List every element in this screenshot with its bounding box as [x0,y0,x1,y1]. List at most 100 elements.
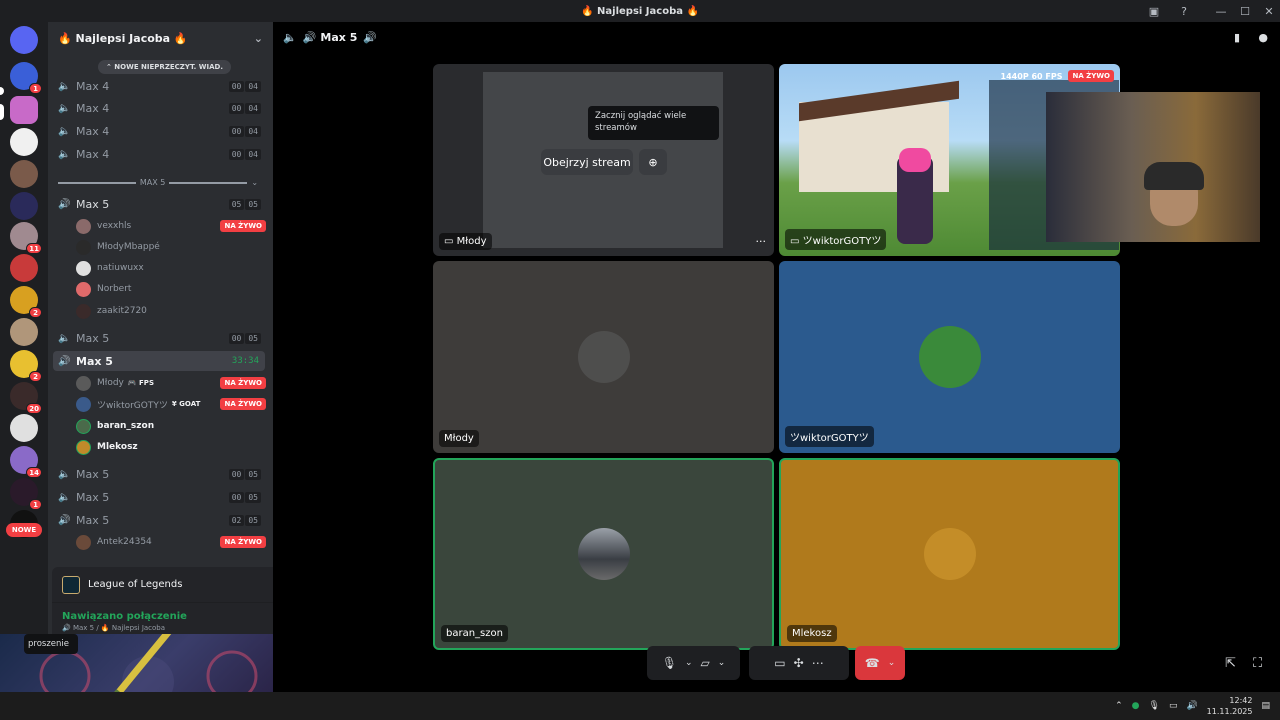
voice-user[interactable]: vexxhls NA ŻYWO [76,216,266,236]
speaker-icon: 🔈 [58,332,71,344]
voice-user[interactable]: MłodyMbappé [76,237,266,257]
help-icon[interactable]: ? [1172,0,1196,22]
avatar [76,303,91,319]
microphone-icon[interactable]: 🎙 [1149,701,1160,711]
avatar [577,528,630,580]
hang-up-icon: ☎ [864,656,880,670]
disconnect-button[interactable]: ☎ ⌄ [855,646,905,680]
microphone-icon[interactable]: 🎙 [662,656,677,670]
server-icon[interactable]: 20 [10,382,42,414]
add-stream-icon[interactable]: ⊕ [639,149,667,175]
more-options-icon[interactable]: ··· [756,235,767,248]
audio-video-controls: 🎙 ⌄ ▱ ⌄ [647,646,740,680]
server-icon[interactable]: 1 [10,478,42,510]
pop-out-icon[interactable]: ⇱ [1225,656,1236,671]
voice-connection: Nawiązano połączenie 🔊 Max 5 / 🔥 Najleps… [52,603,273,638]
voice-channel[interactable]: 🔈 Max 5 00 05 [53,328,265,348]
server-icon[interactable]: 2 [10,286,42,318]
camera-off-icon[interactable]: ▱ [701,656,710,670]
fullscreen-icon[interactable]: ⛶ [1253,656,1262,671]
new-unread-pill[interactable]: NOWE [6,523,42,537]
selected-pill [0,104,4,120]
status-icon[interactable]: ● [1132,701,1140,711]
watch-stream-button[interactable]: Obejrzyj stream [541,149,633,175]
chevron-down-icon[interactable]: ⌄ [685,658,693,668]
avatar [577,331,630,383]
screen-share-icon[interactable]: ▭ [774,656,785,670]
maximize-button[interactable]: ☐ [1233,0,1257,22]
stream-quality: 1440P 60 FPS [1000,71,1063,81]
headset-image [1144,162,1204,190]
server-icon[interactable]: 1 [10,62,42,94]
participant-tile[interactable]: Młody [433,261,774,453]
volume-icon[interactable]: 🔈 [283,31,297,44]
new-unread-banner[interactable]: ⌃ NOWE NIEPRZECZYT. WIAD. [98,60,231,74]
chevron-down-icon[interactable]: ⌄ [254,32,263,45]
active-voice-channel[interactable]: 🔊 Max 5 33:34 [53,351,265,371]
voice-user[interactable]: zaakit2720 [76,301,266,321]
clock[interactable]: 12:42 11.11.2025 [1207,695,1253,717]
voice-user[interactable]: Antek24354 NA ŻYWO [76,532,266,552]
voice-channel[interactable]: 🔈 Max 5 00 05 [53,487,265,507]
tile-label: ▭ ツwiktorGOTYツ [785,229,887,250]
voice-user[interactable]: Norbert [76,279,266,299]
server-icon[interactable] [10,254,38,282]
participant-tile[interactable]: baran_szon [433,458,774,650]
voice-channel[interactable]: 🔈 Max 4 00 04 [53,121,265,141]
category-header[interactable]: MAX 5 ⌄ [58,178,258,187]
server-header[interactable]: 🔥 Najlepsi Jacoba 🔥 ⌄ [48,22,273,54]
chevron-down-icon[interactable]: ⌄ [888,658,896,668]
activity-panel: League of Legends ▭ Nawiązano połączenie… [52,567,273,638]
notifications-icon[interactable]: ▤ [1261,701,1270,711]
inbox-icon[interactable]: ▣ [1142,0,1166,22]
participant-tile[interactable]: Mlekosz [779,458,1120,650]
stream-tile[interactable]: Zacznij oglądać wiele streamów Obejrzyj … [433,64,774,256]
chat-icon[interactable]: ● [1258,31,1268,44]
server-icon[interactable]: 14 [10,446,42,478]
avatar [76,281,91,297]
server-icon[interactable]: 2 [10,350,42,382]
unread-badge: 2 [29,371,42,382]
unread-badge: 11 [26,243,42,254]
activity-controls: ▭ ✣ ⋯ [749,646,849,680]
cs2-server-icon[interactable] [10,414,38,442]
server-icon[interactable] [10,192,38,220]
avatar [76,239,91,255]
voice-channel[interactable]: 🔊 Max 5 02 05 [53,510,265,530]
server-icon[interactable] [10,160,38,188]
unread-badge: 1 [29,83,42,94]
participant-tile[interactable]: ツwiktorGOTYツ [779,261,1120,453]
minimize-button[interactable]: — [1209,0,1233,22]
voice-user[interactable]: ツwiktorGOTYツ ¥ GOAT NA ŻYWO [76,394,266,414]
game-activity[interactable]: League of Legends ▭ [52,567,273,603]
server-icon[interactable] [10,128,38,156]
activities-icon[interactable]: ✣ [794,656,804,670]
voice-channel[interactable]: 🔈 Max 5 00 05 [53,464,265,484]
bookmark-icon[interactable]: ▮ [1234,31,1240,44]
avatar [76,418,91,434]
voice-channel[interactable]: 🔈 Max 4 00 04 [53,76,265,96]
voice-channel[interactable]: 🔊 Max 5 05 05 [53,194,265,214]
chevron-up-icon[interactable]: ⌃ [1115,701,1123,711]
server-icon[interactable] [10,318,38,346]
avatar [76,260,91,276]
character-hair [899,148,931,172]
window-title: 🔥 Najlepsi Jacoba 🔥 [581,5,699,17]
server-icon[interactable] [10,96,38,124]
voice-channel[interactable]: 🔈 Max 4 00 04 [53,98,265,118]
connection-location: 🔊 Max 5 / 🔥 Najlepsi Jacoba [62,624,166,632]
voice-user[interactable]: baran_szon [76,416,266,436]
live-badge: NA ŻYWO [220,377,266,389]
network-icon[interactable]: ▭ [1169,701,1178,711]
voice-channel[interactable]: 🔈 Max 4 00 04 [53,144,265,164]
more-icon[interactable]: ⋯ [812,656,824,670]
volume-icon[interactable]: 🔊 [1186,701,1197,711]
voice-user[interactable]: natiuwuxx [76,258,266,278]
discord-home-icon[interactable] [10,26,38,54]
voice-user[interactable]: Mlekosz [76,437,266,457]
speaker-icon: 🔈 [58,491,71,503]
close-button[interactable]: ✕ [1257,0,1280,22]
chevron-down-icon[interactable]: ⌄ [718,658,726,668]
server-icon[interactable]: 11 [10,222,42,254]
voice-user[interactable]: Młody 🎮 FPS NA ŻYWO [76,373,266,393]
